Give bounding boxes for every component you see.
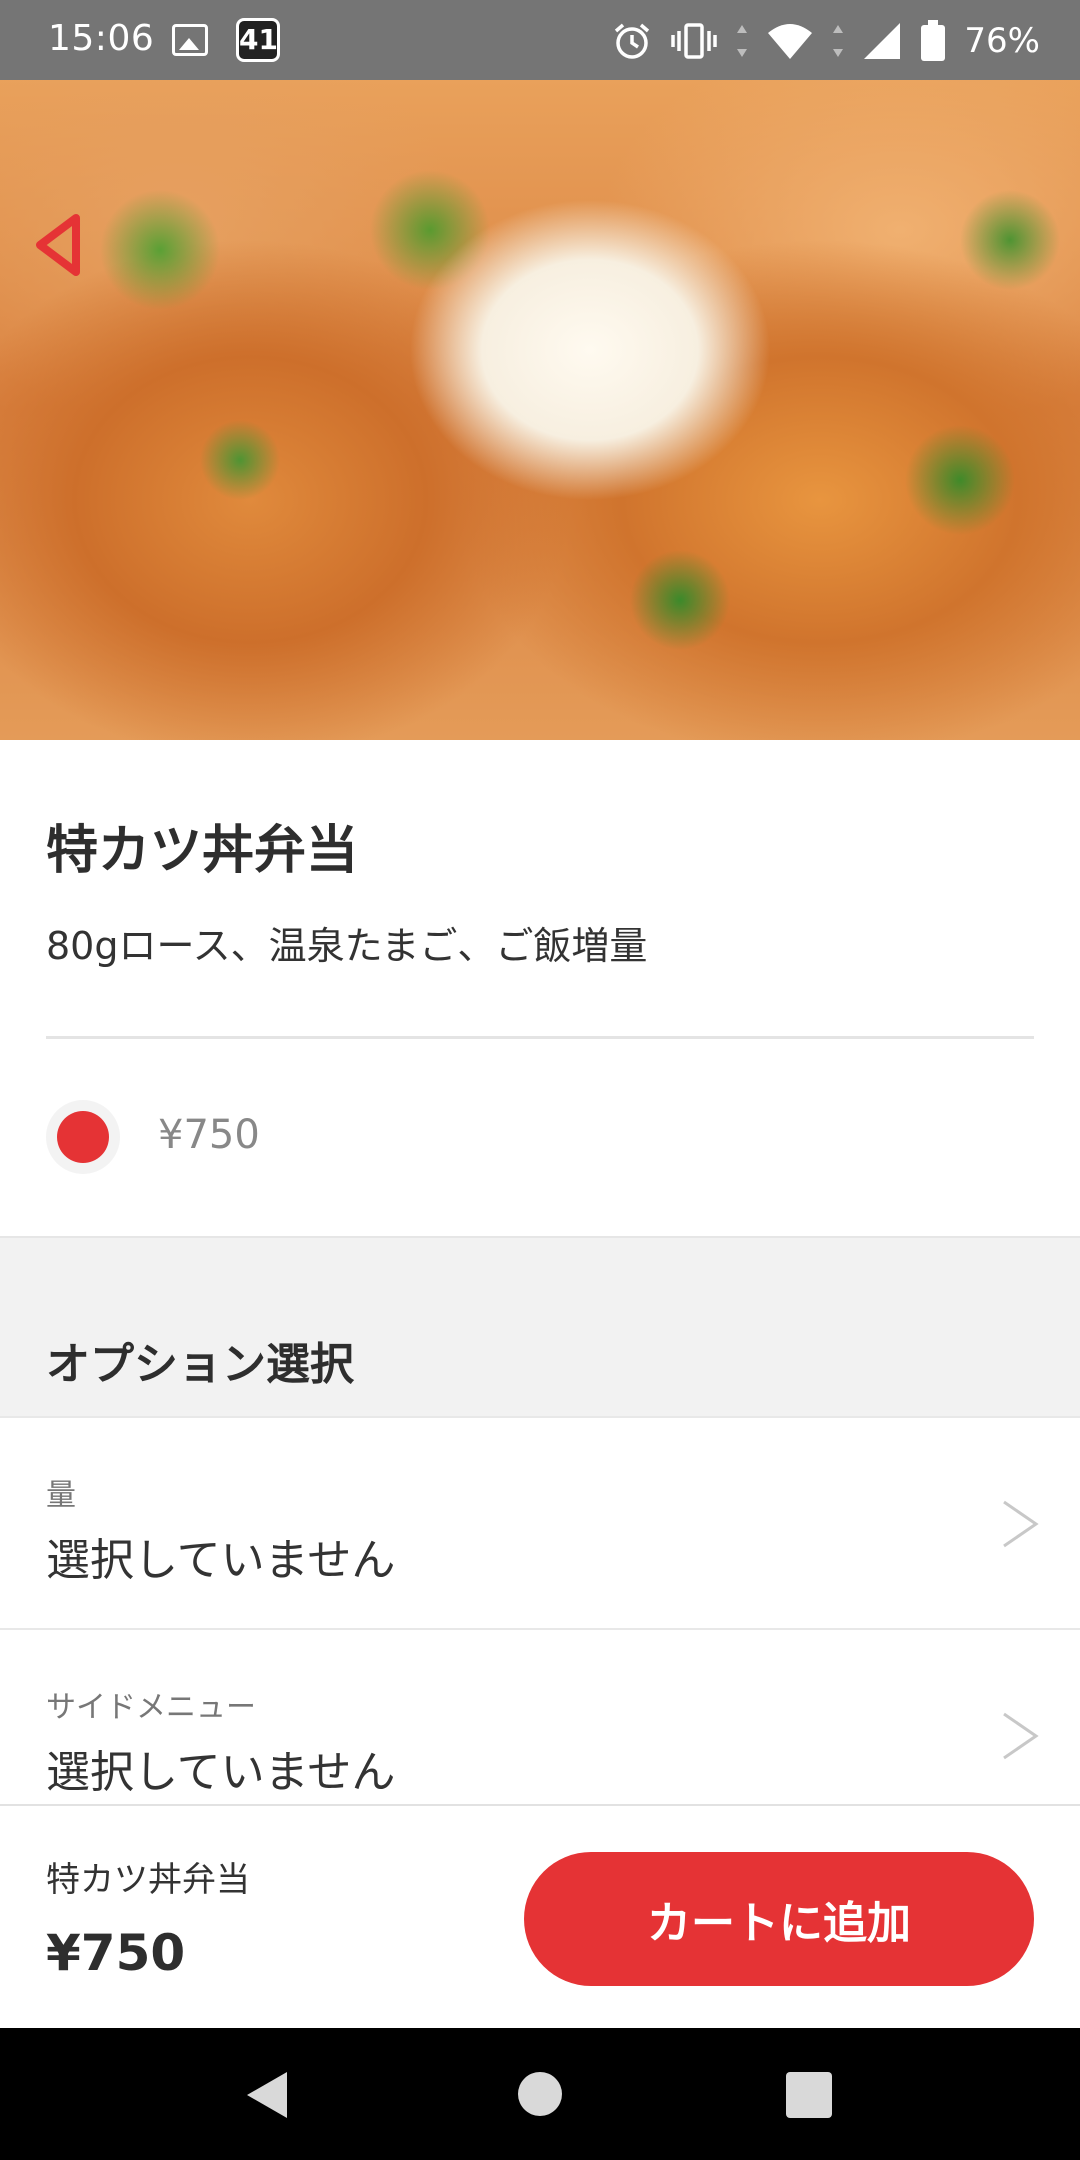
price-option-label: ¥750 [158, 1112, 260, 1158]
option-value: 選択していません [46, 1747, 396, 1798]
battery-percent: 76% [964, 21, 1040, 61]
summary-product-name: 特カツ丼弁当 [46, 1860, 250, 1900]
divider [46, 1036, 1034, 1039]
vibrate-icon [671, 23, 718, 59]
nav-home-icon[interactable] [518, 2072, 562, 2116]
option-value: 選択していません [46, 1535, 396, 1586]
alarm-icon [615, 23, 650, 59]
option-row-quantity[interactable]: 量 選択していません [0, 1416, 1080, 1628]
navigation-bar [0, 2028, 1080, 2160]
status-time: 15:06 [48, 18, 155, 59]
product-description: 80gロース、温泉たまご、ご飯増量 [46, 924, 648, 968]
price-radio-button[interactable] [46, 1100, 120, 1174]
back-arrow-icon[interactable] [30, 210, 90, 280]
cart-summary-bar: 特カツ丼弁当 ¥750 カートに追加 [0, 1804, 1080, 2030]
wifi-icon [768, 24, 813, 59]
chevron-right-icon [1003, 1712, 1039, 1760]
data-arrows-icon [737, 25, 748, 57]
status-bar: 15:06 41 76% [0, 0, 1080, 80]
notification-badge: 41 [236, 18, 280, 62]
image-icon [172, 24, 208, 56]
data-arrows-icon-2 [833, 25, 844, 57]
product-title: 特カツ丼弁当 [46, 821, 359, 881]
chevron-right-icon [1003, 1500, 1039, 1548]
nav-back-icon[interactable] [245, 2070, 289, 2120]
option-label: 量 [46, 1478, 76, 1513]
product-image [0, 80, 1080, 740]
status-icons: 76% [612, 16, 1040, 66]
summary-price: ¥750 [46, 1924, 186, 1982]
option-label: サイドメニュー [46, 1690, 256, 1725]
signal-icon [864, 23, 901, 59]
options-header: オプション選択 [0, 1236, 1080, 1418]
battery-icon [921, 20, 946, 61]
add-to-cart-button[interactable]: カートに追加 [524, 1852, 1034, 1986]
options-title: オプション選択 [46, 1339, 354, 1390]
nav-recents-icon[interactable] [786, 2072, 832, 2118]
